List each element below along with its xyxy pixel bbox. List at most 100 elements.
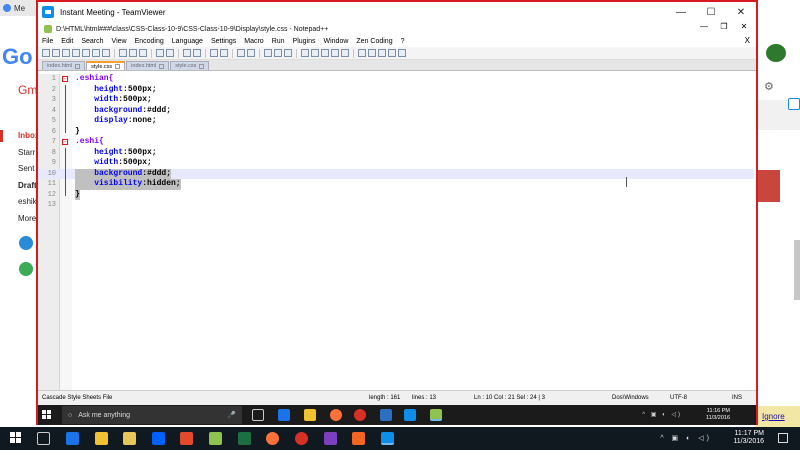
teamviewer-icon[interactable]: [381, 432, 394, 445]
minimize-button[interactable]: —: [666, 2, 696, 22]
gmail-label[interactable]: Gm: [18, 83, 37, 97]
save-icon[interactable]: [62, 49, 70, 57]
chrome-icon[interactable]: [295, 432, 308, 445]
menu-item[interactable]: View: [112, 38, 127, 45]
remote-tray-icons[interactable]: ^ ▣ ◐ ◁): [642, 411, 682, 418]
gmail-nav-item[interactable]: eshik: [18, 194, 38, 211]
paste-icon[interactable]: [139, 49, 147, 57]
code-line[interactable]: 7− .eshi{: [38, 137, 754, 148]
notepad-minimize-button[interactable]: —: [694, 22, 714, 31]
function-list-icon[interactable]: [321, 49, 329, 57]
menu-item[interactable]: Search: [81, 38, 103, 45]
gmail-nav-item[interactable]: Starr: [18, 145, 38, 162]
chrome-icon[interactable]: [354, 409, 366, 421]
browser-tab[interactable]: Me: [0, 0, 40, 16]
doc-map-icon[interactable]: [311, 49, 319, 57]
code-line[interactable]: 8 height:500px;: [38, 147, 754, 158]
stop-icon[interactable]: [368, 49, 376, 57]
save-macro-icon[interactable]: [398, 49, 406, 57]
find-icon[interactable]: [183, 49, 191, 57]
teamviewer-titlebar[interactable]: Instant Meeting - TeamViewer: [38, 2, 756, 22]
menu-item[interactable]: Settings: [211, 38, 236, 45]
menu-item[interactable]: Edit: [61, 38, 73, 45]
hangouts-avatar-icon[interactable]: [19, 236, 33, 250]
notepad-titlebar[interactable]: D:\HTML\html###\class\CSS-Class-10-9\CSS…: [38, 22, 756, 36]
profile-logo-icon[interactable]: [766, 44, 786, 62]
notification-icon[interactable]: [778, 433, 788, 443]
menu-item[interactable]: Macro: [244, 38, 263, 45]
close-all-icon[interactable]: [92, 49, 100, 57]
zoom-in-icon[interactable]: [210, 49, 218, 57]
gmail-nav-item[interactable]: Sent: [18, 161, 38, 178]
code-line[interactable]: 5 display:none;: [38, 116, 754, 127]
code-line[interactable]: 12}: [38, 189, 754, 200]
file-tab[interactable]: style.css: [86, 61, 126, 70]
code-editor[interactable]: 1− .eshian{2 height:500px; 3 width:500px; 4…: [38, 74, 756, 390]
replace-icon[interactable]: [193, 49, 201, 57]
explorer-icon[interactable]: [95, 432, 108, 445]
edge-icon[interactable]: [66, 432, 79, 445]
page-scrollbar[interactable]: [794, 240, 800, 300]
start-button-icon[interactable]: [10, 432, 22, 444]
save-all-icon[interactable]: [72, 49, 80, 57]
redo-icon[interactable]: [166, 49, 174, 57]
gmail-nav-item[interactable]: Inbox: [18, 128, 38, 145]
menu-item[interactable]: Run: [272, 38, 285, 45]
close-document-button[interactable]: X: [745, 36, 750, 45]
explorer-icon[interactable]: [304, 409, 316, 421]
teamviewer-icon[interactable]: [404, 409, 416, 421]
gmail-nav-item[interactable]: More: [18, 211, 38, 228]
code-line[interactable]: 6}: [38, 126, 754, 138]
local-clock[interactable]: 11:17 PM 11/3/2016: [733, 430, 764, 446]
udl-icon[interactable]: [301, 49, 309, 57]
new-file-icon[interactable]: [42, 49, 50, 57]
all-chars-icon[interactable]: [274, 49, 282, 57]
thumbnail-image[interactable]: [758, 170, 780, 202]
menu-item[interactable]: ?: [401, 38, 405, 45]
media-icon[interactable]: [324, 432, 337, 445]
notepad-close-button[interactable]: ✕: [734, 22, 754, 31]
code-line[interactable]: 11 visibility:hidden;: [38, 179, 754, 190]
app-icon[interactable]: [380, 409, 392, 421]
code-line[interactable]: 3 width:500px;: [38, 95, 754, 106]
folder-icon[interactable]: [123, 432, 136, 445]
run-macros-icon[interactable]: [388, 49, 396, 57]
remote-search-box[interactable]: ○ Ask me anything 🎤: [62, 406, 242, 424]
ignore-link[interactable]: Ignore: [762, 412, 785, 421]
tab-close-icon[interactable]: [75, 63, 81, 69]
fold-toggle-icon[interactable]: −: [62, 76, 68, 82]
open-file-icon[interactable]: [52, 49, 60, 57]
folder-workspace-icon[interactable]: [331, 49, 339, 57]
record-icon[interactable]: [358, 49, 366, 57]
close-button[interactable]: ✕: [726, 2, 756, 22]
teamviewer-badge-icon[interactable]: [788, 98, 800, 110]
menu-item[interactable]: Encoding: [135, 38, 164, 45]
monitor-icon[interactable]: [341, 49, 349, 57]
sync-h-icon[interactable]: [247, 49, 255, 57]
code-line[interactable]: 1− .eshian{: [38, 74, 754, 85]
copy-icon[interactable]: [129, 49, 137, 57]
file-tab[interactable]: style.css: [170, 61, 210, 70]
notepad-taskbar-icon[interactable]: [430, 409, 442, 421]
file-tab[interactable]: index.html: [42, 61, 86, 70]
code-line[interactable]: 13: [38, 200, 754, 211]
menu-item[interactable]: Zen Coding: [356, 38, 392, 45]
edge-icon[interactable]: [278, 409, 290, 421]
sync-v-icon[interactable]: [237, 49, 245, 57]
menu-item[interactable]: File: [42, 38, 53, 45]
fold-toggle-icon[interactable]: −: [62, 139, 68, 145]
remote-start-icon[interactable]: [40, 409, 54, 421]
microphone-icon[interactable]: 🎤: [227, 411, 236, 419]
tab-close-icon[interactable]: [115, 64, 121, 69]
app-icon[interactable]: [180, 432, 193, 445]
contact-avatar-icon[interactable]: [19, 262, 33, 276]
wrap-icon[interactable]: [264, 49, 272, 57]
code-line[interactable]: 10 background:#ddd;: [38, 168, 754, 179]
code-line[interactable]: 4 background:#ddd;: [38, 105, 754, 116]
code-line[interactable]: 9 width:500px;: [38, 158, 754, 169]
notepad-taskbar-icon[interactable]: [209, 432, 222, 445]
xampp-icon[interactable]: [352, 432, 365, 445]
maximize-button[interactable]: ☐: [696, 2, 726, 22]
indent-guide-icon[interactable]: [284, 49, 292, 57]
firefox-icon[interactable]: [266, 432, 279, 445]
